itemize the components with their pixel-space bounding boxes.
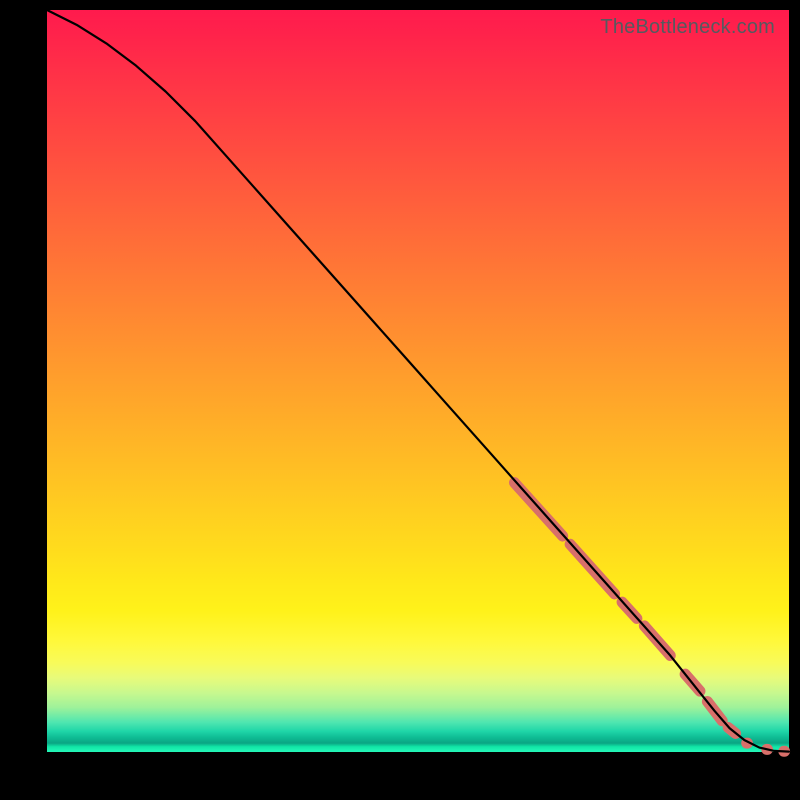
- main-curve: [47, 10, 789, 752]
- dash-segment: [514, 483, 562, 536]
- dash-overlay-group: [514, 483, 784, 752]
- plot-area: TheBottleneck.com: [47, 10, 789, 752]
- curve-svg: [47, 10, 789, 752]
- chart-stage: TheBottleneck.com: [0, 0, 800, 800]
